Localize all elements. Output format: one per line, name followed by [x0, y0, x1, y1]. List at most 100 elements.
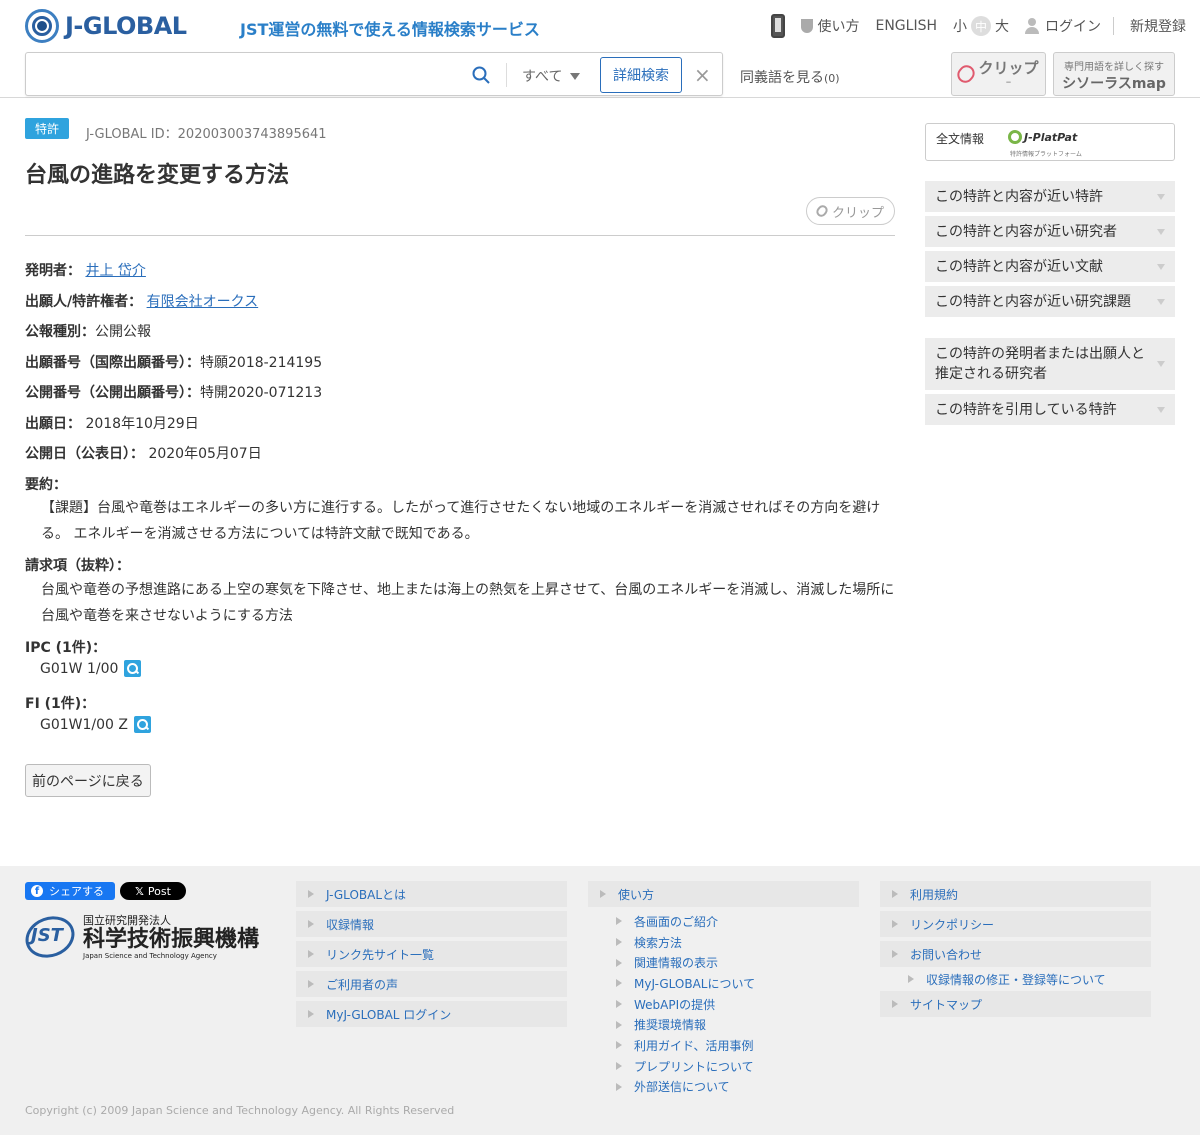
- footer: f シェアする 𝕏 Post JST 国立研究開発法人 科学技術振興機構 Jap…: [0, 866, 1200, 1135]
- footer-sublink[interactable]: MyJ-GLOBALについて: [588, 973, 859, 994]
- triangle-right-icon: [892, 920, 898, 928]
- footer-link-voices[interactable]: ご利用者の声: [296, 971, 567, 997]
- application-number-value: 特願2018-214195: [200, 355, 323, 371]
- applicant-link[interactable]: 有限会社オークス: [147, 294, 259, 310]
- sidebar-item-similar-documents[interactable]: この特許と内容が近い文献: [925, 251, 1175, 282]
- font-size-medium[interactable]: 中: [971, 16, 991, 36]
- footer-col-3: 利用規約 リンクポリシー お問い合わせ 収録情報の修正・登録等について サイトマ…: [880, 881, 1151, 1021]
- triangle-right-icon: [616, 1020, 622, 1029]
- usage-link[interactable]: 使い方: [801, 16, 859, 36]
- footer-sublink[interactable]: 利用ガイド、活用事例: [588, 1035, 859, 1056]
- paperclip-icon: [954, 61, 979, 87]
- sidebar-item-similar-patents[interactable]: この特許と内容が近い特許: [925, 181, 1175, 212]
- claims-label: 請求項（抜粋）：: [25, 558, 130, 574]
- footer-link-label: J-GLOBALとは: [326, 887, 407, 902]
- paperclip-icon: [814, 203, 830, 219]
- chevron-down-icon: [1157, 228, 1165, 235]
- top-nav: 使い方 ENGLISH 小 中 大 ログイン 新規登録: [755, 12, 1186, 40]
- footer-sublink[interactable]: 各画面のご紹介: [588, 911, 859, 932]
- footer-sublink-label: WebAPIの提供: [634, 997, 716, 1012]
- footer-link-link-policy[interactable]: リンクポリシー: [880, 911, 1151, 937]
- facebook-share-label: シェアする: [49, 885, 104, 898]
- chevron-down-icon: [1157, 263, 1165, 270]
- inventor-link[interactable]: 井上 岱介: [85, 263, 145, 279]
- thesaurus-line1: 専門用語を詳しく探す: [1064, 62, 1164, 73]
- fi-search-icon[interactable]: [134, 716, 151, 733]
- footer-sublink-correction[interactable]: 収録情報の修正・登録等について: [880, 967, 1151, 991]
- pubtype-row: 公報種別：公開公報: [25, 321, 151, 341]
- search-icon[interactable]: [472, 66, 490, 84]
- claims-heading: 請求項（抜粋）：: [25, 555, 130, 575]
- nav-divider: [1113, 17, 1114, 35]
- font-size-large[interactable]: 大: [995, 16, 1009, 36]
- jplatpat-logo-icon: [1008, 130, 1022, 144]
- register-link[interactable]: 新規登録: [1130, 16, 1186, 36]
- sidebar-item-estimated-researchers[interactable]: この特許の発明者または出願人と推定される研究者: [925, 338, 1175, 390]
- footer-link-usage[interactable]: 使い方: [588, 881, 859, 907]
- application-date-row: 出願日： 2018年10月29日: [25, 413, 199, 433]
- search-input[interactable]: [34, 61, 464, 89]
- english-link[interactable]: ENGLISH: [875, 18, 937, 34]
- x-post-button[interactable]: 𝕏 Post: [120, 882, 186, 900]
- sidebar: 全文情報 J-PlatPat 特許情報プラットフォーム この特許と内容が近い特許…: [925, 123, 1175, 425]
- footer-link-label: サイトマップ: [910, 997, 983, 1012]
- clear-icon[interactable]: ×: [694, 63, 711, 87]
- footer-sublink-label: 各画面のご紹介: [634, 914, 719, 929]
- triangle-right-icon: [308, 890, 314, 898]
- footer-link-about[interactable]: J-GLOBALとは: [296, 881, 567, 907]
- publication-date-row: 公開日（公表日）： 2020年05月07日: [25, 443, 262, 463]
- ipc-search-icon[interactable]: [124, 660, 142, 677]
- triangle-right-icon: [616, 1041, 622, 1050]
- x-icon: 𝕏: [135, 884, 144, 898]
- thesaurus-button[interactable]: 専門用語を詳しく探す シソーラスmap: [1053, 52, 1175, 96]
- j-global-logo[interactable]: J-GLOBAL: [25, 9, 187, 43]
- footer-sublink[interactable]: 推奨環境情報: [588, 1014, 859, 1035]
- fi-label: FI (1件)：: [25, 696, 96, 712]
- record-clip-button[interactable]: クリップ: [805, 197, 895, 225]
- fulltext-box: 全文情報 J-PlatPat 特許情報プラットフォーム: [925, 123, 1175, 161]
- footer-link-sites[interactable]: リンク先サイト一覧: [296, 941, 567, 967]
- footer-sublink[interactable]: 検索方法: [588, 932, 859, 953]
- publication-date-label: 公開日（公表日）：: [25, 446, 144, 462]
- sidebar-item-similar-researchers[interactable]: この特許と内容が近い研究者: [925, 216, 1175, 247]
- footer-sublink[interactable]: 関連情報の表示: [588, 952, 859, 973]
- jst-line2: 科学技術振興機構: [83, 927, 260, 952]
- abstract-label: 要約：: [25, 477, 67, 493]
- footer-link-myjglobal-login[interactable]: MyJ-GLOBAL ログイン: [296, 1001, 567, 1027]
- search-scope-select[interactable]: すべて: [522, 66, 581, 86]
- font-size-control: 小 中 大: [953, 16, 1009, 36]
- footer-link-terms[interactable]: 利用規約: [880, 881, 1151, 907]
- footer-link-contact[interactable]: お問い合わせ: [880, 941, 1151, 967]
- fi-code: G01W1/00 Z: [40, 716, 128, 733]
- chevron-down-icon: [1157, 298, 1165, 305]
- login-link[interactable]: ログイン: [1025, 16, 1101, 36]
- footer-sublink[interactable]: WebAPIの提供: [588, 994, 859, 1015]
- font-size-small[interactable]: 小: [953, 16, 967, 36]
- clip-button[interactable]: クリップ –: [951, 52, 1046, 96]
- sidebar-item-label: この特許を引用している特許: [935, 401, 1117, 418]
- footer-link-sitemap[interactable]: サイトマップ: [880, 991, 1151, 1017]
- mobile-link[interactable]: [771, 14, 786, 38]
- sidebar-item-similar-projects[interactable]: この特許と内容が近い研究課題: [925, 286, 1175, 317]
- sidebar-item-citing-patents[interactable]: この特許を引用している特許: [925, 394, 1175, 425]
- footer-link-collection[interactable]: 収録情報: [296, 911, 567, 937]
- synonym-link[interactable]: 同義語を見る(0): [740, 67, 840, 87]
- ipc-heading: IPC (1件)：: [25, 637, 106, 657]
- jst-line1: 国立研究開発法人: [83, 914, 171, 927]
- facebook-share-button[interactable]: f シェアする: [25, 882, 115, 900]
- footer-sublink[interactable]: 外部送信について: [588, 1077, 859, 1098]
- fi-row: G01W1/00 Z: [40, 716, 151, 733]
- abstract-heading: 要約：: [25, 474, 67, 494]
- back-button[interactable]: 前のページに戻る: [25, 764, 151, 797]
- chevron-down-icon: [1157, 361, 1165, 367]
- jplatpat-link[interactable]: J-PlatPat 特許情報プラットフォーム: [1008, 130, 1082, 158]
- advanced-search-button[interactable]: 詳細検索: [600, 57, 682, 93]
- footer-sublink[interactable]: プレプリントについて: [588, 1056, 859, 1077]
- record-type-badge: 特許: [25, 118, 70, 139]
- publication-number-row: 公開番号（公開出願番号）：特開2020-071213: [25, 382, 322, 402]
- jplatpat-subtitle: 特許情報プラットフォーム: [1010, 151, 1082, 158]
- jst-logo[interactable]: JST 国立研究開発法人 科学技術振興機構 Japan Science and …: [19, 909, 260, 965]
- triangle-right-icon: [616, 1082, 622, 1091]
- fulltext-label: 全文情報: [936, 132, 985, 146]
- shield-icon: [801, 19, 814, 33]
